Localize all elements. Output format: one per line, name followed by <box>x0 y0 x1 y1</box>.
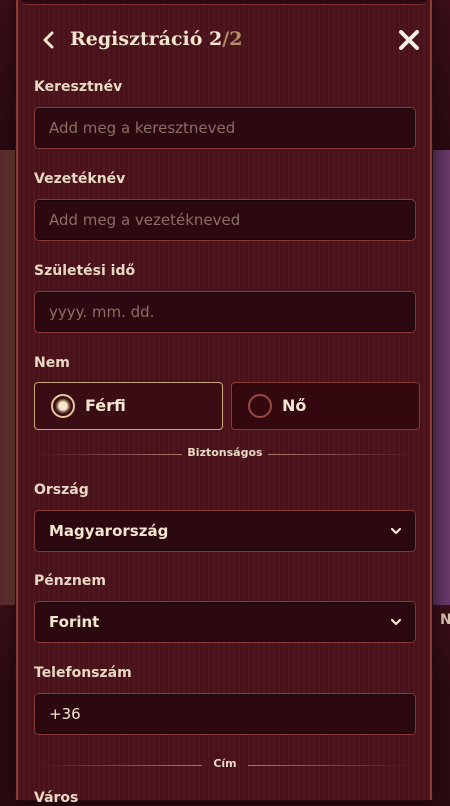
currency-select[interactable]: Forint <box>34 601 416 643</box>
address-divider-label: Cím <box>213 757 237 770</box>
back-button[interactable] <box>38 26 60 54</box>
gender-option-male-label: Férfi <box>85 396 126 415</box>
radio-selected-icon <box>51 394 75 418</box>
first-name-field[interactable]: Add meg a keresztneved <box>34 107 416 149</box>
country-select[interactable]: Magyarország <box>34 510 416 552</box>
background-tab-label: N <box>440 612 450 628</box>
phone-label: Telefonszám <box>34 665 132 681</box>
title-text: Regisztráció 2 <box>70 28 223 50</box>
last-name-placeholder: Add meg a vezetékneved <box>49 211 241 229</box>
registration-modal: Regisztráció 2/2 Keresztnév Add meg a ke… <box>16 0 432 806</box>
country-label: Ország <box>34 482 89 498</box>
modal-top-edge <box>22 0 426 5</box>
gender-option-female[interactable]: Nő <box>231 382 420 430</box>
last-name-label: Vezetéknév <box>34 171 126 187</box>
currency-value: Forint <box>49 613 100 631</box>
close-button[interactable] <box>396 26 422 54</box>
gender-option-male[interactable]: Férfi <box>34 382 223 430</box>
birth-date-label: Születési idő <box>34 263 136 279</box>
last-name-field[interactable]: Add meg a vezetékneved <box>34 199 416 241</box>
city-label: Város <box>34 790 79 806</box>
secure-divider-label: Biztonságos <box>187 446 263 459</box>
chevron-down-icon <box>390 618 402 626</box>
title-step: /2 <box>222 28 243 50</box>
radio-unselected-icon <box>248 394 272 418</box>
secure-divider: Biztonságos <box>34 446 416 462</box>
gender-label: Nem <box>34 355 70 371</box>
phone-field[interactable]: +36 <box>34 693 416 735</box>
birth-date-placeholder: yyyy. mm. dd. <box>49 303 155 321</box>
country-value: Magyarország <box>49 522 169 540</box>
chevron-left-icon <box>43 31 54 49</box>
chevron-down-icon <box>390 527 402 535</box>
birth-date-field[interactable]: yyyy. mm. dd. <box>34 291 416 333</box>
phone-value: +36 <box>49 705 81 723</box>
address-divider: Cím <box>34 757 416 773</box>
currency-label: Pénznem <box>34 573 106 589</box>
gender-option-female-label: Nő <box>282 396 307 415</box>
first-name-label: Keresztnév <box>34 79 123 95</box>
page-title: Regisztráció 2/2 <box>70 28 242 50</box>
close-icon <box>399 30 419 50</box>
first-name-placeholder: Add meg a keresztneved <box>49 119 236 137</box>
modal-header: Regisztráció 2/2 <box>18 22 430 58</box>
